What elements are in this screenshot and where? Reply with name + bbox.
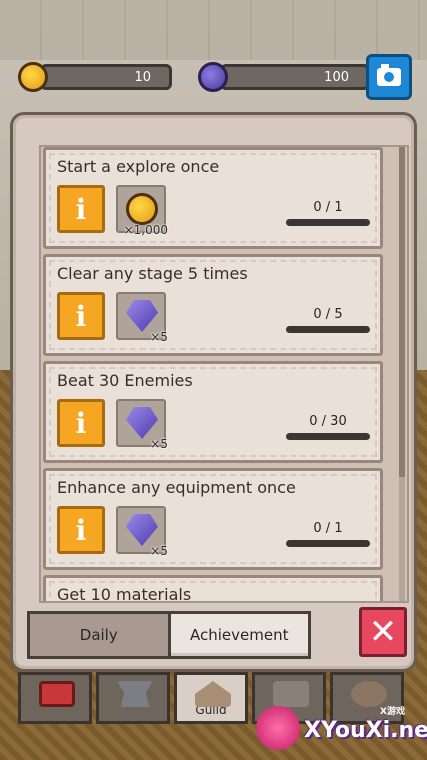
gem-icon <box>126 300 158 332</box>
quest-title: Clear any stage 5 times <box>57 264 248 283</box>
camera-icon <box>377 64 401 86</box>
reward-quantity: ×1,000 <box>123 223 168 237</box>
scrollbar[interactable] <box>399 147 405 601</box>
progress-text: 0 / 1 <box>313 521 343 536</box>
reward-quantity: ×5 <box>150 544 168 558</box>
reward-quantity: ×5 <box>150 330 168 344</box>
reward-slot: ×1,000 <box>116 185 168 237</box>
info-button[interactable]: i <box>57 399 105 447</box>
quest-title: Start a explore once <box>57 157 220 176</box>
quest-title: Get 10 materials <box>57 585 192 603</box>
progress-text: 0 / 1 <box>313 200 343 215</box>
camera-button[interactable] <box>366 54 412 100</box>
gem-icon <box>126 514 158 546</box>
quest-title: Beat 30 Enemies <box>57 371 193 390</box>
gem-icon <box>198 62 228 92</box>
info-button[interactable]: i <box>57 292 105 340</box>
close-button[interactable]: ✕ <box>359 607 407 657</box>
gold-coin-icon <box>18 62 48 92</box>
gamepad-logo-icon <box>256 706 300 750</box>
tab-achievement[interactable]: Achievement <box>170 614 308 656</box>
watermark: X游戏 XYouXi.net <box>252 700 427 758</box>
quest-item: Start a explore once i ×1,000 0 / 1 <box>43 147 383 249</box>
anvil-icon <box>117 681 153 707</box>
nav-guild[interactable]: Guild <box>174 672 248 724</box>
reward-slot: ×5 <box>116 506 168 558</box>
gem-counter: 100 <box>198 62 370 92</box>
progress-bar <box>286 219 370 226</box>
reward-quantity: ×5 <box>150 437 168 451</box>
reward-slot: ×5 <box>116 292 168 344</box>
info-button[interactable]: i <box>57 185 105 233</box>
progress-text: 0 / 30 <box>309 414 347 429</box>
gold-counter: 10 <box>18 62 172 92</box>
reward-slot: ×5 <box>116 399 168 451</box>
gem-icon <box>126 407 158 439</box>
guild-hall-icon <box>195 681 231 707</box>
progress-bar <box>286 433 370 440</box>
quest-title: Enhance any equipment once <box>57 478 296 497</box>
progress-bar <box>286 326 370 333</box>
quest-item: Get 10 materials <box>43 575 383 603</box>
quest-list[interactable]: Start a explore once i ×1,000 0 / 1 Clea… <box>39 145 409 603</box>
progress-text: 0 / 5 <box>313 307 343 322</box>
watermark-top-text: X游戏 <box>380 707 405 717</box>
gem-amount: 100 <box>220 64 370 90</box>
quest-item: Clear any stage 5 times i ×5 0 / 5 <box>43 254 383 356</box>
background-wall <box>0 0 427 60</box>
tab-bar: Daily Achievement <box>27 611 311 659</box>
gold-amount: 10 <box>40 64 172 90</box>
progress-bar <box>286 540 370 547</box>
quest-panel: Start a explore once i ×1,000 0 / 1 Clea… <box>10 112 417 672</box>
nav-shop[interactable] <box>18 672 92 724</box>
info-button[interactable]: i <box>57 506 105 554</box>
quest-item: Enhance any equipment once i ×5 0 / 1 <box>43 468 383 570</box>
tab-daily[interactable]: Daily <box>30 614 168 656</box>
watermark-text: XYouXi.net <box>304 718 427 743</box>
quest-item: Beat 30 Enemies i ×5 0 / 30 <box>43 361 383 463</box>
nav-forge[interactable] <box>96 672 170 724</box>
gift-box-icon <box>39 681 75 707</box>
gold-coin-icon <box>126 193 158 225</box>
scrollbar-thumb[interactable] <box>399 147 405 477</box>
